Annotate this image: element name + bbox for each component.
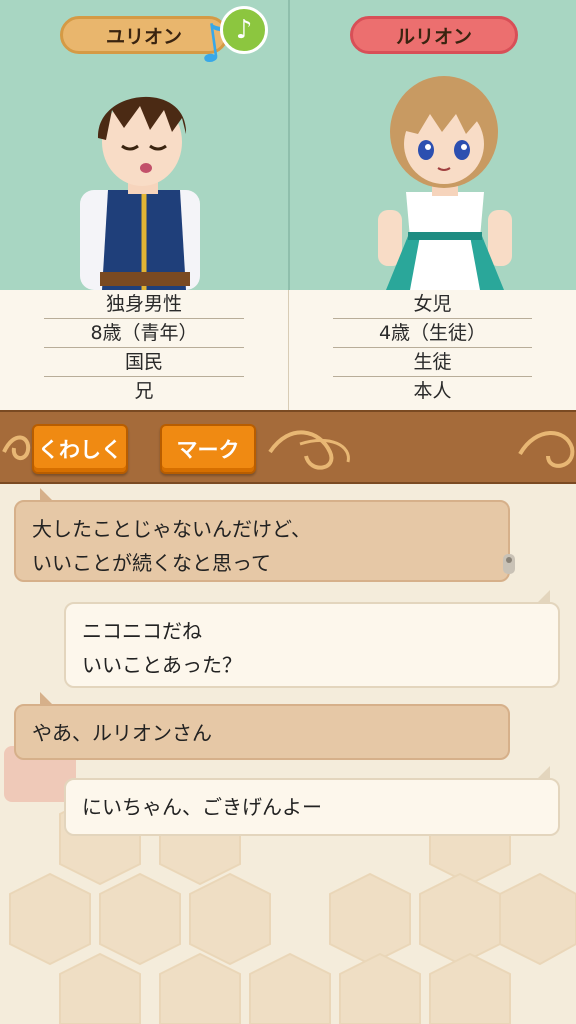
female-character-avatar[interactable] (290, 60, 576, 290)
music-note-badge-icon: ♪ (220, 6, 268, 54)
right-character-info: 女児 4歳（生徒） 生徒 本人 (288, 290, 576, 410)
message-line: いいことあった？ (82, 653, 242, 677)
mark-button[interactable]: マーク (160, 424, 256, 474)
character-panel-right[interactable]: ルリオン (288, 0, 576, 290)
info-age: 4歳（生徒） (333, 319, 532, 348)
message-line: いいことが続くなと思って (32, 551, 271, 575)
message-line: 大したことじゃないんだけど、 (32, 517, 311, 541)
chat-message-left: 大したことじゃないんだけど、 いいことが続くなと思って (14, 500, 510, 582)
info-age: 8歳（青年） (44, 319, 244, 348)
info-relation: 本人 (413, 380, 452, 402)
info-category: 独身男性 (44, 290, 244, 319)
info-relation: 兄 (134, 380, 154, 402)
bubble-tail (536, 590, 550, 604)
chat-area: 大したことじゃないんだけど、 いいことが続くなと思って ニコニコだね いいことあ… (0, 484, 576, 1024)
bubble-tail (40, 488, 54, 502)
character-info-table: 独身男性 8歳（青年） 国民 兄 女児 4歳（生徒） 生徒 本人 (0, 290, 576, 410)
male-character-avatar[interactable] (0, 60, 288, 290)
action-bar: くわしく マーク (0, 410, 576, 484)
info-status: 国民 (44, 348, 244, 377)
character-name-tag: ルリオン (350, 16, 518, 54)
message-line: にいちゃん、ごきげんよー (82, 795, 322, 819)
info-category: 女児 (333, 290, 532, 319)
pin-icon[interactable] (500, 552, 518, 578)
bubble-tail (536, 766, 550, 780)
character-panels: ユリオン ♪ ♪ ルリオン (0, 0, 576, 290)
left-character-info: 独身男性 8歳（青年） 国民 兄 (0, 290, 288, 410)
chat-message-right: にいちゃん、ごきげんよー (64, 778, 560, 836)
bubble-tail (40, 692, 54, 706)
chat-message-right: ニコニコだね いいことあった？ (64, 602, 560, 688)
message-line: やあ、ルリオンさん (32, 721, 212, 745)
character-panel-left[interactable]: ユリオン ♪ ♪ (0, 0, 288, 290)
message-line: ニコニコだね (82, 619, 202, 643)
chat-message-left: やあ、ルリオンさん (14, 704, 510, 760)
details-button[interactable]: くわしく (32, 424, 128, 474)
info-status: 生徒 (333, 348, 532, 377)
